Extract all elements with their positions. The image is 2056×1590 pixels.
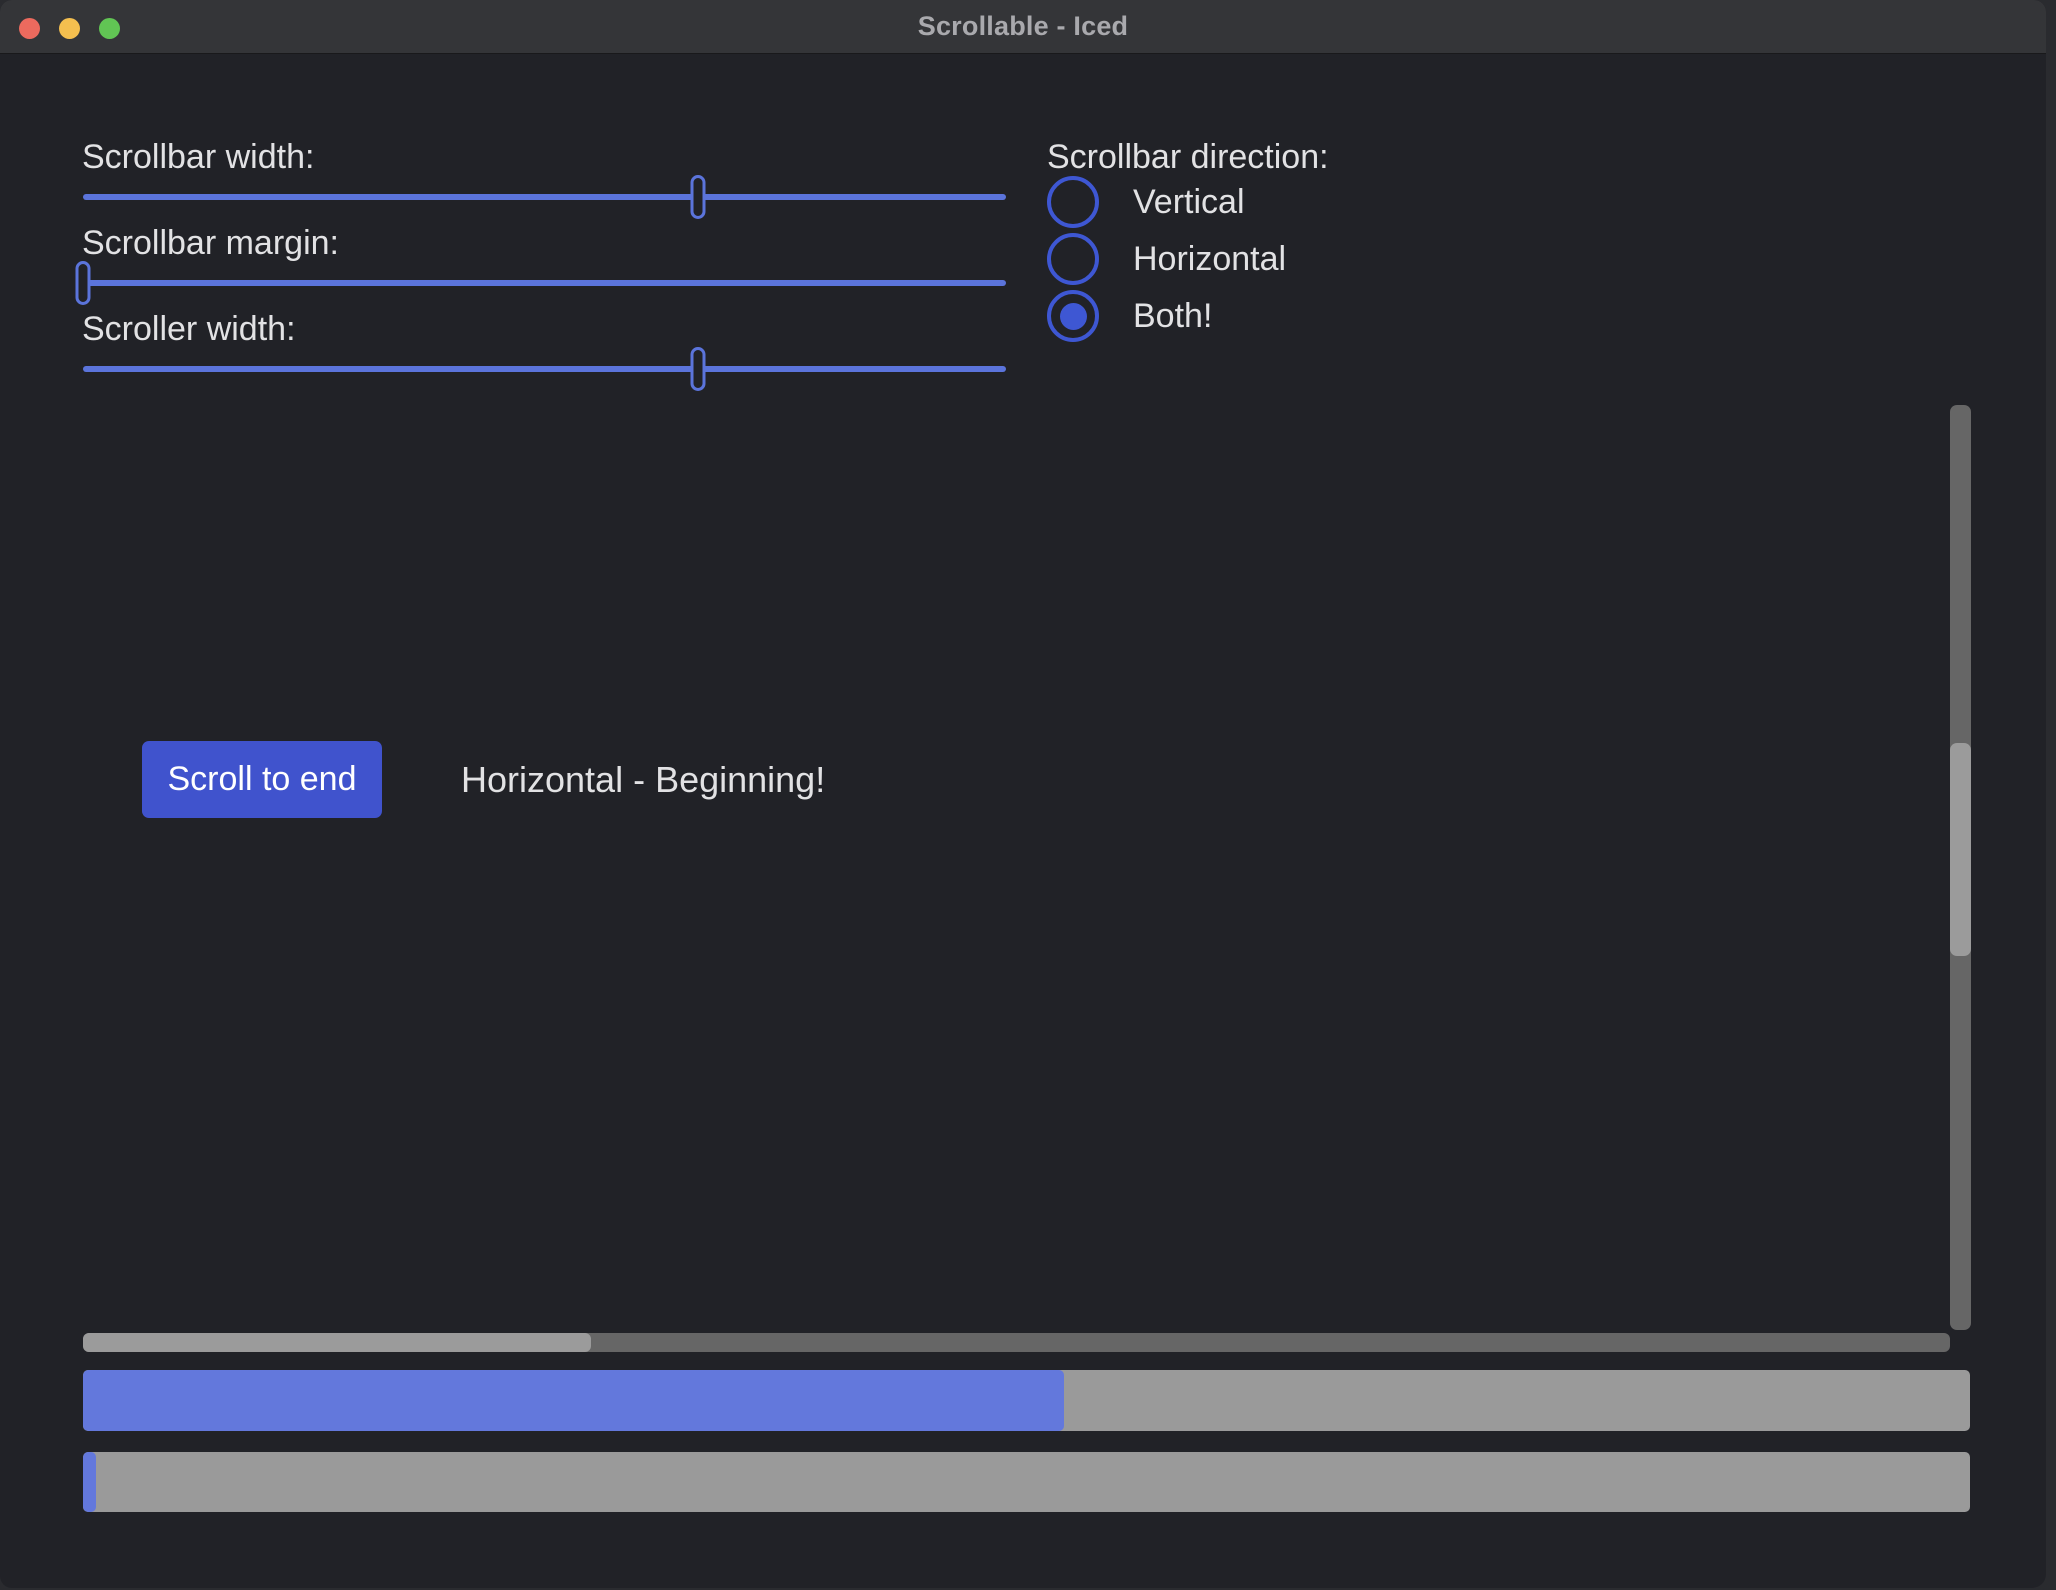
radio-label: Horizontal [1133, 240, 1286, 279]
app-window: Scrollable - Iced Scrollbar width: Scrol… [0, 0, 2046, 1588]
slider-handle[interactable] [76, 261, 91, 305]
slider-handle[interactable] [690, 175, 705, 219]
scrollbar-width-slider[interactable] [83, 175, 1006, 219]
titlebar: Scrollable - Iced [0, 0, 2046, 54]
window-title: Scrollable - Iced [0, 0, 2046, 53]
slider-handle[interactable] [690, 347, 705, 391]
vertical-scrollbar[interactable] [1950, 405, 1971, 1330]
progress-fill [83, 1370, 1064, 1431]
horizontal-progress-bar [83, 1370, 1970, 1431]
scrollbar-width-label: Scrollbar width: [82, 137, 314, 177]
scroller-width-label: Scroller width: [82, 309, 296, 349]
scrollbar-margin-label: Scrollbar margin: [82, 223, 339, 263]
radio-icon[interactable] [1047, 290, 1099, 342]
radio-option-horizontal[interactable]: Horizontal [1047, 233, 1286, 285]
scrollbar-margin-slider[interactable] [83, 261, 1006, 305]
radio-icon[interactable] [1047, 233, 1099, 285]
radio-label: Both! [1133, 297, 1212, 336]
slider-track[interactable] [83, 280, 1006, 286]
slider-track[interactable] [83, 366, 1006, 372]
slider-track[interactable] [83, 194, 1006, 200]
radio-icon[interactable] [1047, 176, 1099, 228]
vertical-scrollbar-thumb[interactable] [1950, 743, 1971, 957]
horizontal-scrollbar[interactable] [83, 1333, 1950, 1352]
vertical-progress-bar [83, 1452, 1970, 1512]
radio-option-vertical[interactable]: Vertical [1047, 176, 1245, 228]
radio-label: Vertical [1133, 183, 1245, 222]
radio-option-both[interactable]: Both! [1047, 290, 1212, 342]
progress-fill [83, 1452, 96, 1512]
scroller-width-slider[interactable] [83, 347, 1006, 391]
scrollbar-direction-label: Scrollbar direction: [1047, 137, 1329, 177]
scroll-to-end-button[interactable]: Scroll to end [142, 741, 382, 818]
horizontal-scrollbar-thumb[interactable] [83, 1333, 591, 1352]
scroll-status-text: Horizontal - Beginning! [461, 741, 825, 818]
